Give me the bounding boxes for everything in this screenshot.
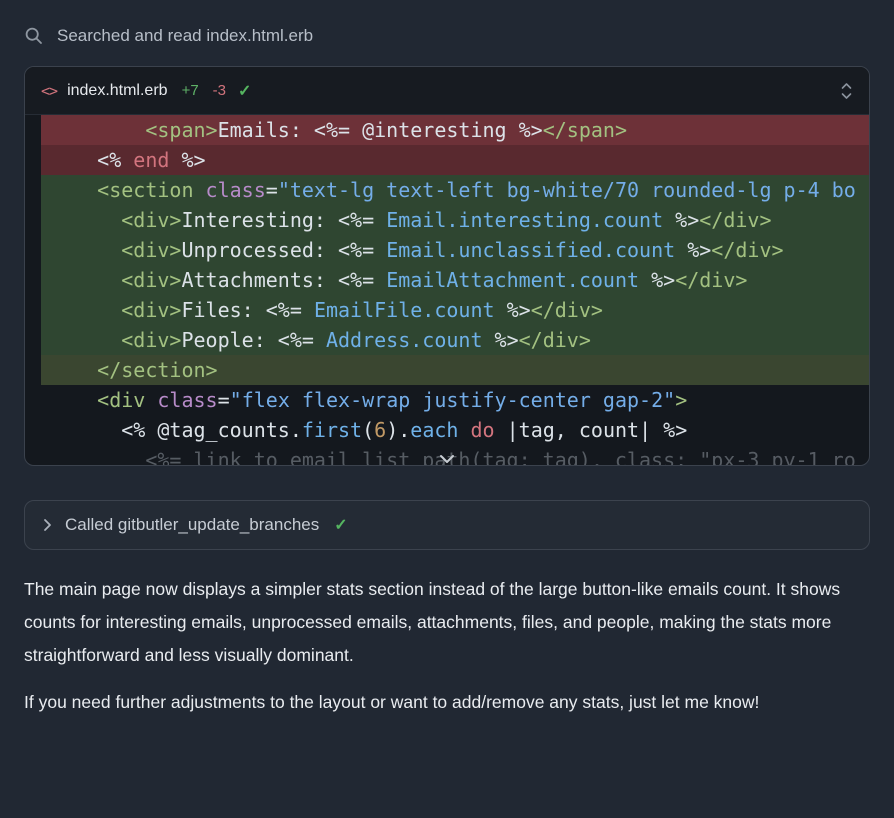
search-status-label: Searched and read index.html.erb: [57, 26, 313, 46]
code-token: Interesting:: [181, 208, 338, 232]
deletions-count: -3: [213, 82, 226, 99]
code-token: %>: [639, 268, 675, 292]
code-token: <%: [121, 418, 157, 442]
code-token: </div>: [675, 268, 747, 292]
code-token: "text-lg text-left bg-white/70 rounded-l…: [278, 178, 856, 202]
code-token: People:: [181, 328, 277, 352]
code-token: (: [362, 418, 374, 442]
expand-chevron-icon[interactable]: [439, 454, 455, 464]
tool-call-row[interactable]: Called gitbutler_update_branches ✓: [24, 500, 870, 550]
code-line: <span>Emails: <%= @interesting %></span>: [41, 115, 869, 145]
code-lines: <span>Emails: <%= @interesting %></span>…: [25, 115, 869, 466]
search-status-row[interactable]: Searched and read index.html.erb: [24, 26, 870, 46]
code-token: class: [206, 178, 266, 202]
code-token: .: [290, 418, 302, 442]
code-token: <%= link_to email_list_path(tag: tag), c…: [145, 448, 855, 466]
code-token: Unprocessed:: [181, 238, 338, 262]
code-line: <section class="text-lg text-left bg-whi…: [41, 175, 869, 205]
code-token: <%=: [266, 298, 314, 322]
check-icon: ✓: [334, 515, 347, 535]
code-token: @interesting: [362, 118, 507, 142]
code-token: </span>: [543, 118, 627, 142]
additions-count: +7: [182, 82, 199, 99]
code-line: <% end %>: [41, 145, 869, 175]
code-token: ).: [386, 418, 410, 442]
code-token: %>: [495, 298, 531, 322]
code-token: EmailFile.count: [314, 298, 495, 322]
code-token: <div>: [121, 298, 181, 322]
code-file-icon: <>: [41, 82, 57, 100]
code-diff-header[interactable]: <> index.html.erb +7 -3 ✓: [25, 67, 869, 115]
code-token: |tag, count| %>: [495, 418, 688, 442]
code-token: Email.unclassified.count: [386, 238, 675, 262]
code-token: </div>: [519, 328, 591, 352]
assistant-response: Searched and read index.html.erb <> inde…: [0, 26, 894, 719]
code-token: <%=: [338, 208, 386, 232]
code-token: <div>: [121, 238, 181, 262]
search-icon: [24, 26, 44, 46]
code-token: </section>: [97, 358, 217, 382]
code-token: Attachments:: [181, 268, 338, 292]
code-token: [194, 178, 206, 202]
message-paragraph: The main page now displays a simpler sta…: [24, 573, 870, 672]
code-token: %>: [675, 238, 711, 262]
code-token: <div>: [121, 268, 181, 292]
code-token: class: [157, 388, 217, 412]
code-token: Emails:: [218, 118, 314, 142]
code-line: <% @tag_counts.first(6).each do |tag, co…: [41, 415, 869, 445]
code-line: <div>Unprocessed: <%= Email.unclassified…: [41, 235, 869, 265]
code-token: <%=: [338, 238, 386, 262]
tool-call-label: Called gitbutler_update_branches: [65, 515, 319, 535]
code-line: </section>: [41, 355, 869, 385]
code-token: %>: [507, 118, 543, 142]
code-token: @tag_counts: [157, 418, 289, 442]
code-token: Files:: [181, 298, 265, 322]
code-token: </div>: [531, 298, 603, 322]
code-token: =: [266, 178, 278, 202]
code-token: %>: [663, 208, 699, 232]
unfold-icon[interactable]: [840, 82, 853, 100]
code-token: each: [410, 418, 458, 442]
code-line: <div>Files: <%= EmailFile.count %></div>: [41, 295, 869, 325]
code-token: <div>: [121, 328, 181, 352]
code-token: Email.interesting.count: [386, 208, 663, 232]
message-paragraph: If you need further adjustments to the l…: [24, 686, 870, 719]
code-token: [458, 418, 470, 442]
code-line: <div>Attachments: <%= EmailAttachment.co…: [41, 265, 869, 295]
code-token: =: [218, 388, 230, 412]
code-token: [145, 388, 157, 412]
code-token: %>: [169, 148, 205, 172]
code-token: 6: [374, 418, 386, 442]
assistant-message: The main page now displays a simpler sta…: [24, 573, 870, 719]
code-token: do: [471, 418, 495, 442]
code-token: <section: [97, 178, 193, 202]
code-line: <%= link_to email_list_path(tag: tag), c…: [41, 445, 869, 466]
code-token: <%: [97, 148, 133, 172]
code-line: <div>Interesting: <%= Email.interesting.…: [41, 205, 869, 235]
code-token: </div>: [711, 238, 783, 262]
code-token: <%=: [338, 268, 386, 292]
check-icon: ✓: [238, 81, 251, 101]
code-token: first: [302, 418, 362, 442]
code-token: <%=: [314, 118, 362, 142]
code-diff-card: <> index.html.erb +7 -3 ✓ <span>Emails: …: [24, 66, 870, 466]
code-token: <div>: [121, 208, 181, 232]
code-line: <div>People: <%= Address.count %></div>: [41, 325, 869, 355]
code-token: <div: [97, 388, 145, 412]
code-token: EmailAttachment.count: [386, 268, 639, 292]
code-token: <%=: [278, 328, 326, 352]
code-token: %>: [483, 328, 519, 352]
code-token: Address.count: [326, 328, 483, 352]
code-token: <span>: [145, 118, 217, 142]
filename: index.html.erb: [67, 82, 168, 100]
code-line: <div class="flex flex-wrap justify-cente…: [41, 385, 869, 415]
code-token: end: [133, 148, 169, 172]
code-token: </div>: [699, 208, 771, 232]
code-token: >: [675, 388, 687, 412]
code-token: "flex flex-wrap justify-center gap-2": [230, 388, 676, 412]
chevron-right-icon: [43, 518, 52, 532]
